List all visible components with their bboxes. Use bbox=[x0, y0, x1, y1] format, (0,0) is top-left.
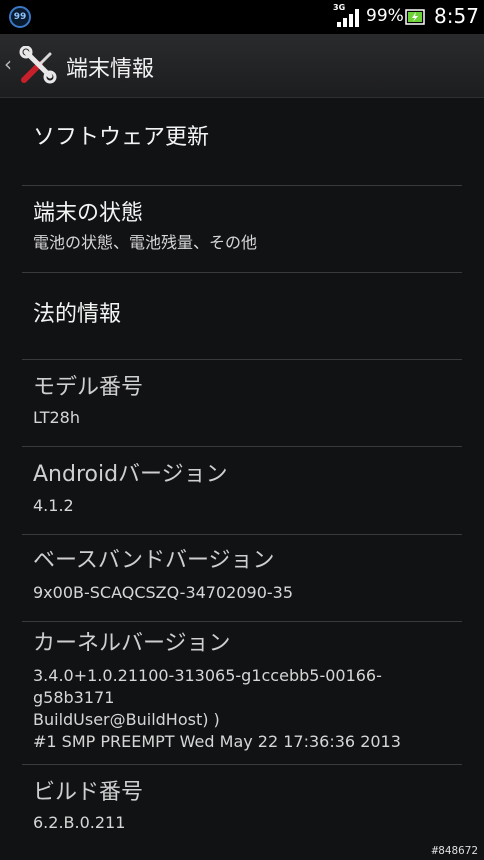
list-item-baseband-version: ベースバンドバージョン 9x00B-SCAQCSZQ-34702090-35 bbox=[0, 535, 484, 621]
item-title: ソフトウェア更新 bbox=[33, 125, 210, 150]
list-item-legal-info[interactable]: 法的情報 bbox=[0, 272, 484, 360]
item-value: 4.1.2 bbox=[33, 496, 74, 515]
item-subtitle: 電池の状態、電池残量、その他 bbox=[33, 233, 258, 252]
item-title: 端末の状態 bbox=[33, 201, 144, 226]
list-item-software-update[interactable]: ソフトウェア更新 bbox=[0, 98, 484, 186]
item-value-line: #1 SMP PREEMPT Wed May 22 17:36:36 2013 bbox=[33, 732, 401, 751]
list-item-kernel-version: カーネルバージョン 3.4.0+1.0.21100-313065-g1ccebb… bbox=[0, 622, 484, 763]
signal-icon bbox=[337, 9, 359, 27]
item-value-line: BuildUser@BuildHost) ) bbox=[33, 710, 220, 729]
item-title: Androidバージョン bbox=[33, 462, 228, 487]
item-title: モデル番号 bbox=[33, 375, 144, 400]
item-value: LT28h bbox=[33, 408, 80, 427]
item-title: ビルド番号 bbox=[33, 780, 144, 805]
item-value: 9x00B-SCAQCSZQ-34702090-35 bbox=[33, 583, 294, 602]
item-title: 法的情報 bbox=[33, 302, 122, 327]
page-title: 端末情報 bbox=[66, 57, 155, 82]
notification-badge-icon[interactable]: 99 bbox=[9, 6, 31, 28]
battery-percent: 99% bbox=[366, 6, 404, 26]
item-value: 6.2.B.0.211 bbox=[33, 813, 126, 832]
back-chevron-icon[interactable]: ‹ bbox=[4, 54, 12, 74]
list-item-model-number: モデル番号 LT28h bbox=[0, 360, 484, 447]
status-bar: 99 3G 99% 8:57 bbox=[0, 0, 484, 34]
action-bar: ‹ 端末情報 bbox=[0, 34, 484, 98]
item-value-line: g58b3171 bbox=[33, 688, 115, 707]
item-title: ベースバンドバージョン bbox=[33, 548, 275, 573]
list-item-build-number[interactable]: ビルド番号 6.2.B.0.211 bbox=[0, 765, 484, 855]
watermark: #848672 bbox=[431, 844, 478, 857]
list-item-android-version[interactable]: Androidバージョン 4.1.2 bbox=[0, 447, 484, 534]
list-item-phone-status[interactable]: 端末の状態 電池の状態、電池残量、その他 bbox=[0, 186, 484, 272]
clock: 8:57 bbox=[434, 4, 479, 28]
item-title: カーネルバージョン bbox=[33, 631, 231, 656]
item-value-line: 3.4.0+1.0.21100-313065-g1ccebb5-00166- bbox=[33, 666, 382, 685]
battery-charging-icon bbox=[405, 9, 425, 25]
tools-icon[interactable] bbox=[18, 46, 58, 86]
